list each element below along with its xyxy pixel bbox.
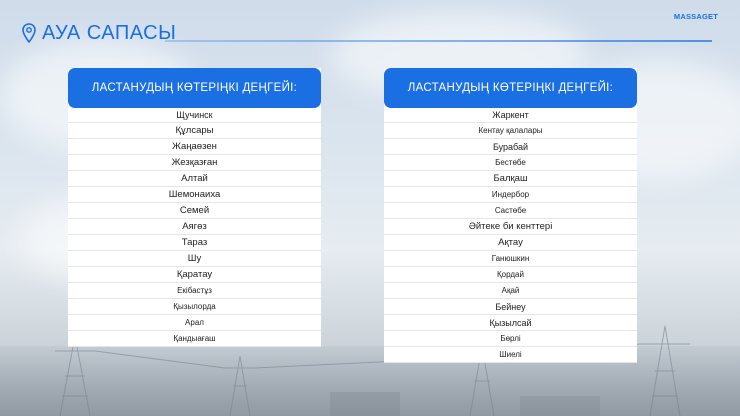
list-item: Састөбе <box>384 203 637 219</box>
list-item: Тараз <box>68 235 321 251</box>
list-item: Арал <box>68 315 321 331</box>
list-item: Шемонаиха <box>68 187 321 203</box>
list-item: Екібастұз <box>68 283 321 299</box>
list-item: Кентау қалалары <box>384 123 637 139</box>
list-item: Шиелі <box>384 347 637 363</box>
list-item: Қордай <box>384 267 637 283</box>
list-item: Шу <box>68 251 321 267</box>
list-item: Қызылорда <box>68 299 321 315</box>
panel-heading: ЛАСТАНУДЫҢ КӨТЕРІҢКІ ДЕҢГЕЙІ: <box>68 68 321 108</box>
list-item: Жезқазған <box>68 155 321 171</box>
list-item: Ақай <box>384 283 637 299</box>
list-item: Алтай <box>68 171 321 187</box>
list-item: Жаркент <box>384 107 637 123</box>
city-list: Щучинск Құлсары Жаңаөзен Жезқазған Алтай Шемо… <box>68 107 321 347</box>
list-item: Қызылсай <box>384 315 637 331</box>
list-item: Бөрлі <box>384 331 637 347</box>
left-pollution-panel: ЛАСТАНУДЫҢ КӨТЕРІҢКІ ДЕҢГЕЙІ: Щучинск Құл… <box>68 68 321 347</box>
list-item: Жаңаөзен <box>68 139 321 155</box>
page-header: АУА САПАСЫ <box>22 18 176 48</box>
header-divider <box>165 40 712 42</box>
list-item: Қандыағаш <box>68 331 321 347</box>
right-pollution-panel: ЛАСТАНУДЫҢ КӨТЕРІҢКІ ДЕҢГЕЙІ: Жаркент Кен… <box>384 68 637 363</box>
panel-heading: ЛАСТАНУДЫҢ КӨТЕРІҢКІ ДЕҢГЕЙІ: <box>384 68 637 108</box>
list-item: Индербор <box>384 187 637 203</box>
location-pin-icon <box>22 23 36 43</box>
list-item: Ганюшкин <box>384 251 637 267</box>
list-item: Қаратау <box>68 267 321 283</box>
list-item: Щучинск <box>68 107 321 123</box>
list-item: Бурабай <box>384 139 637 155</box>
list-item: Ақтау <box>384 235 637 251</box>
list-item: Бейнеу <box>384 299 637 315</box>
list-item: Құлсары <box>68 123 321 139</box>
list-item: Семей <box>68 203 321 219</box>
city-list: Жаркент Кентау қалалары Бурабай Бестөбе Балқ… <box>384 107 637 363</box>
list-item: Әйтеке би кенттері <box>384 219 637 235</box>
brand-logo: MASSAGET <box>673 12 718 21</box>
list-item: Балқаш <box>384 171 637 187</box>
list-item: Бестөбе <box>384 155 637 171</box>
list-item: Аягөз <box>68 219 321 235</box>
page-title: АУА САПАСЫ <box>42 21 177 44</box>
